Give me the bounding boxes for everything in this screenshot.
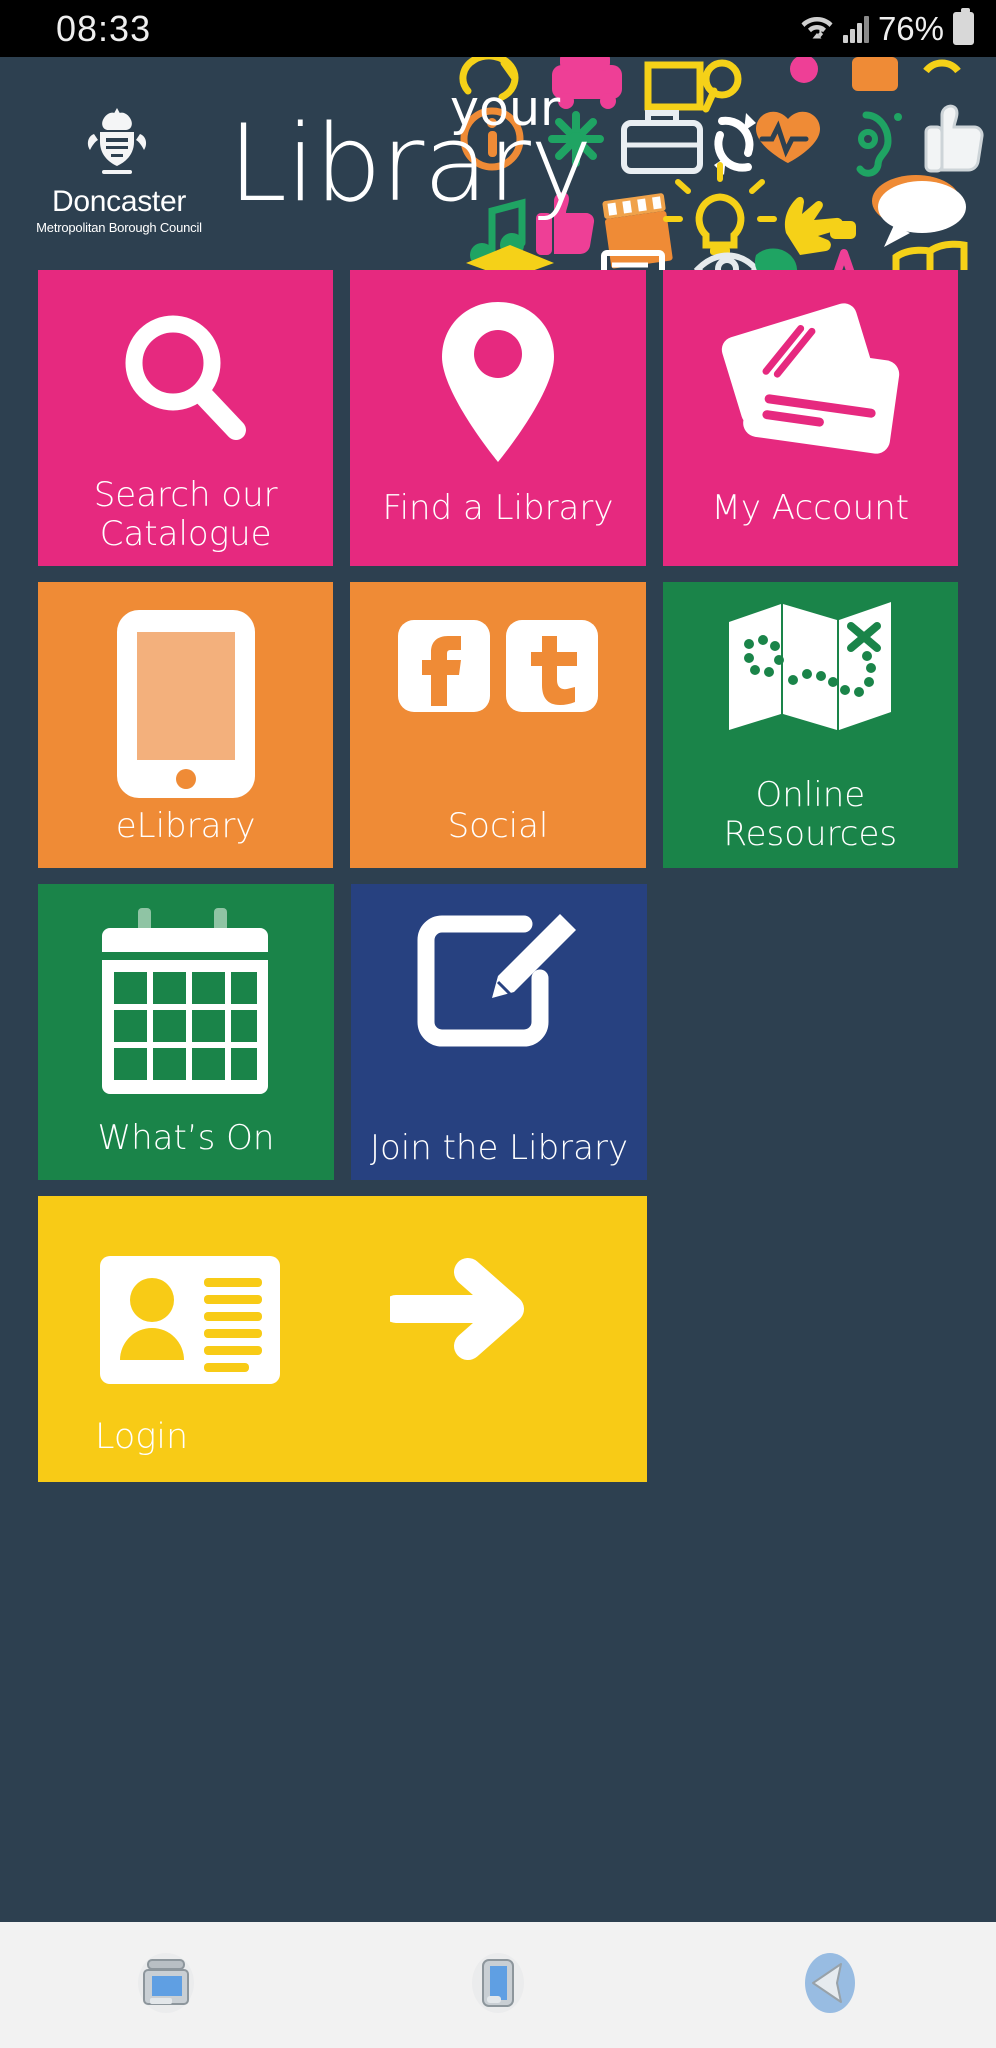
treasure-map-icon [663,582,958,868]
coat-of-arms-crest-icon [78,104,156,184]
social-icons [350,582,645,868]
back-arrow-icon [799,1952,861,2019]
arrow-right-icon [382,1256,526,1367]
wifi-icon [800,10,834,47]
edit-pencil-square-icon [351,884,647,1180]
app-header: Doncaster Metropolitan Borough Council L… [0,57,996,270]
library-cards-icon [663,270,958,566]
tile-join-library[interactable]: Join the Library [351,884,647,1180]
status-indicators: 76% [800,8,974,48]
tile-row-3: What’s On Join the Library [38,884,958,1180]
recents-button[interactable] [91,1935,241,2035]
system-navigation-bar [0,1922,996,2048]
tile-grid: Search our Catalogue Find a Library My A… [38,270,958,1498]
recents-icon [135,1952,197,2019]
home-button[interactable] [423,1935,573,2035]
signal-icon [842,15,869,43]
tile-my-account[interactable]: My Account [662,270,958,566]
battery-icon [953,8,974,45]
login-icons [38,1196,647,1482]
id-card-icon [100,1256,280,1389]
back-button[interactable] [755,1935,905,2035]
tablet-icon [38,582,333,868]
tile-find-library[interactable]: Find a Library [350,270,646,566]
council-name: Doncaster [51,185,187,218]
tile-online-resources[interactable]: Online Resources [662,582,958,868]
app-screen: 08:33 76% Doncaster Metropolitan Borough… [0,0,996,2048]
calendar-icon [38,884,334,1180]
tile-social[interactable]: Social [350,582,646,868]
tile-row-2: eLibrary Social Online Resources [38,582,958,868]
wordmark-your: your [450,80,561,137]
tile-login[interactable]: Login [38,1196,647,1482]
twitter-icon [505,620,598,717]
tile-search-catalogue[interactable]: Search our Catalogue [38,270,334,566]
council-logo-text: Doncaster Metropolitan Borough Council [34,185,204,235]
tile-row-4: Login [38,1196,958,1482]
app-wordmark: Library your [228,80,593,217]
battery-percent-label: 76% [877,9,944,47]
council-subtitle: Metropolitan Borough Council [36,220,202,235]
map-pin-icon [350,270,645,566]
status-time: 08:33 [56,7,152,49]
tile-row-1: Search our Catalogue Find a Library My A… [38,270,958,566]
tile-elibrary[interactable]: eLibrary [38,582,334,868]
tile-whats-on[interactable]: What’s On [38,884,334,1180]
home-icon [467,1952,529,2019]
facebook-icon [397,620,490,717]
status-bar: 08:33 76% [0,0,996,57]
magnifier-icon [38,270,333,566]
